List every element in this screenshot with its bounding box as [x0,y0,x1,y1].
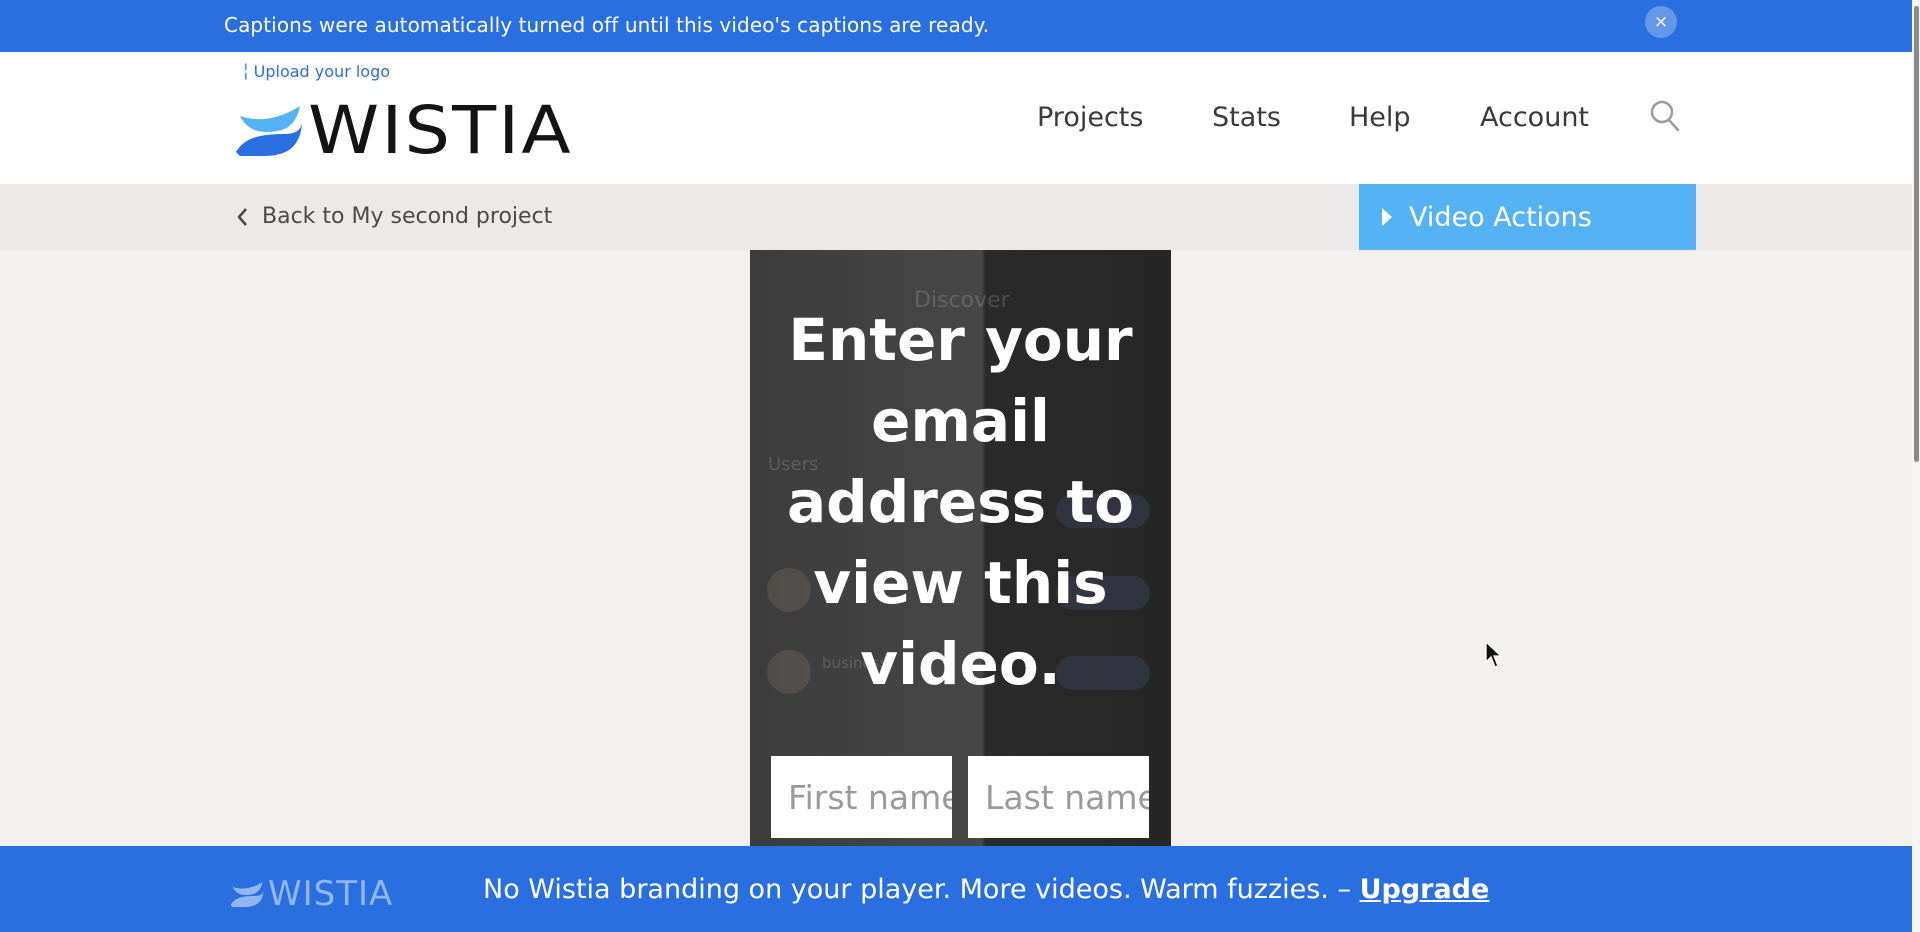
upgrade-banner: WISTIA No Wistia branding on your player… [0,846,1920,932]
search-icon[interactable] [1650,100,1680,132]
close-notice-button[interactable]: × [1645,6,1677,38]
nav-account[interactable]: Account [1480,102,1589,133]
last-name-field[interactable] [968,756,1149,838]
footer-wordmark: WISTIA [268,874,394,914]
site-header: ╎ Upload your logo WISTIA Projects Stats … [0,52,1920,184]
last-name-input[interactable] [968,756,1149,838]
wistia-brand-mark-icon [230,882,264,907]
upgrade-link[interactable]: Upgrade [1360,874,1490,905]
upgrade-message: No Wistia branding on your player. More … [483,874,1489,905]
footer-wistia-logo: WISTIA [230,874,393,914]
upgrade-message-text: No Wistia branding on your player. More … [483,874,1351,905]
first-name-input[interactable] [771,756,952,838]
nav-stats[interactable]: Stats [1212,102,1281,133]
video-actions-label: Video Actions [1409,201,1592,233]
captions-notice-bar: Captions were automatically turned off u… [0,0,1920,52]
first-name-field[interactable] [771,756,952,838]
back-link-label: Back to My second project [262,204,553,229]
nav-help[interactable]: Help [1349,102,1411,133]
email-gate-title: Enter your email address to view this vi… [787,306,1134,698]
upload-marker-icon: ╎ [241,62,251,81]
back-to-project-link[interactable]: Back to My second project [236,204,552,229]
upload-logo-label: Upload your logo [253,62,391,81]
main-nav: Projects Stats Help Account [0,102,1920,142]
video-player[interactable]: Discover Users business Enter your email… [750,250,1171,846]
video-actions-button[interactable]: Video Actions [1359,184,1696,250]
captions-notice-text: Captions were automatically turned off u… [224,13,990,37]
caret-right-icon [1382,208,1392,226]
project-subbar: Back to My second project Video Actions [0,184,1920,250]
scrollbar-thumb[interactable] [1914,6,1919,462]
upload-logo-link[interactable]: ╎ Upload your logo [241,62,390,81]
nav-projects[interactable]: Projects [1037,102,1143,133]
chevron-left-icon [237,207,247,226]
mouse-cursor-icon [1485,641,1503,668]
